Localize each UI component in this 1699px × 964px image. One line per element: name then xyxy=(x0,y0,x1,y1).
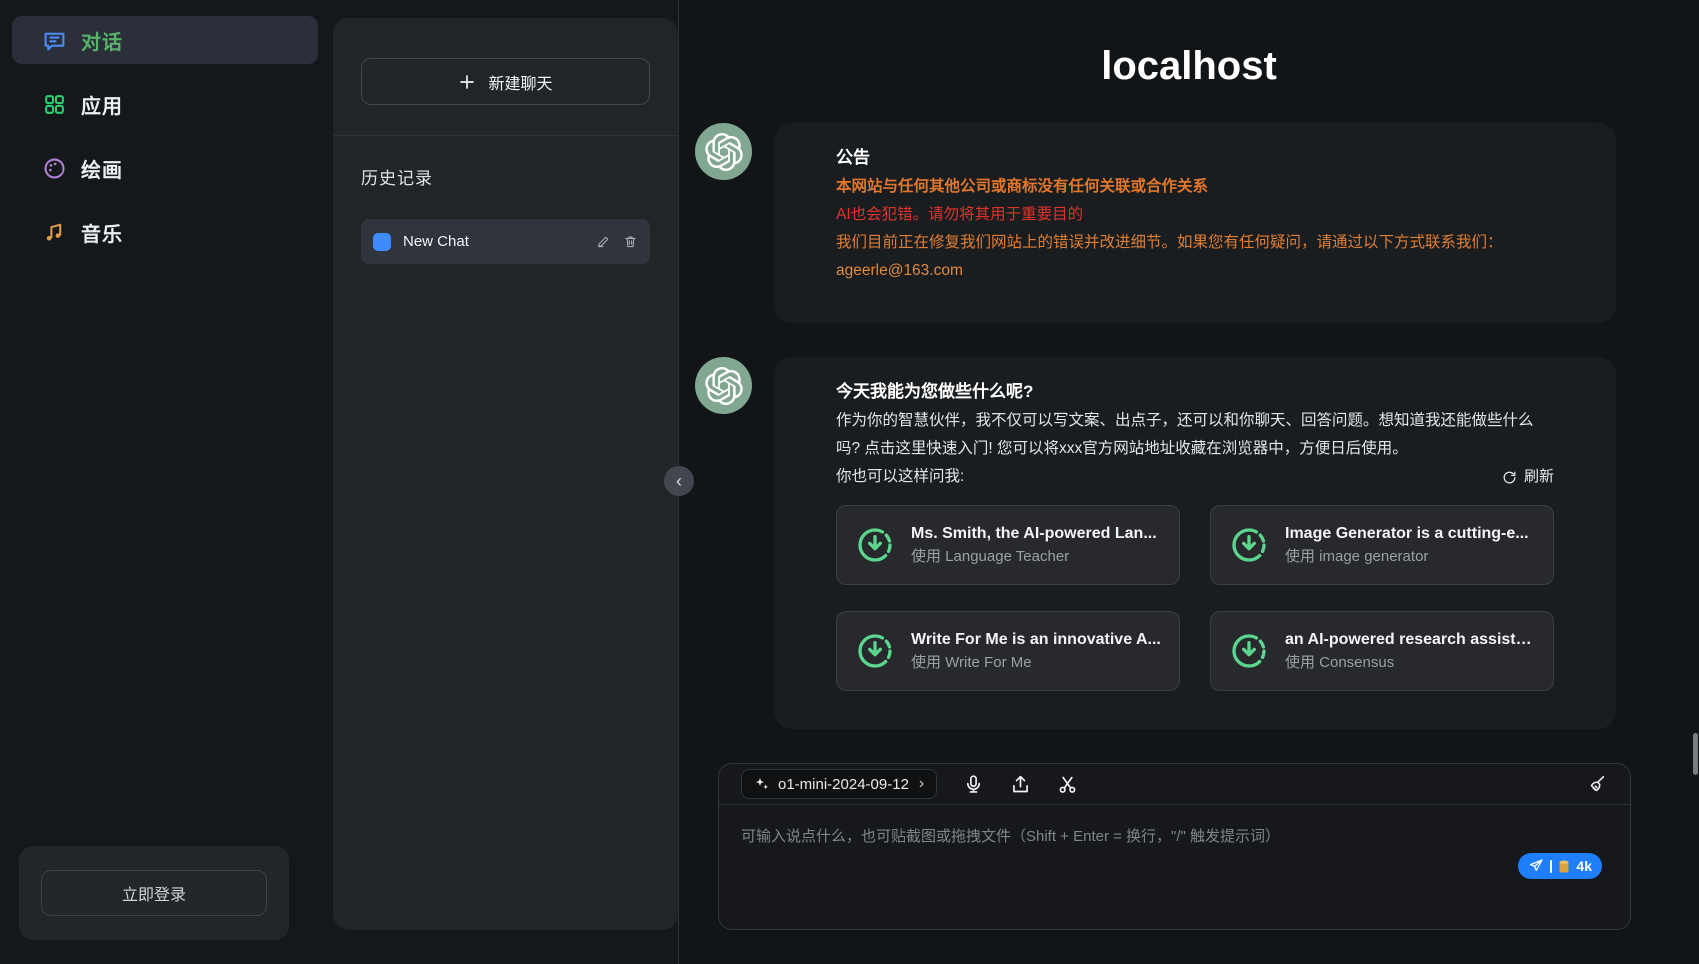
model-label: o1-mini-2024-09-12 xyxy=(778,776,909,793)
openai-logo-icon xyxy=(705,367,743,405)
plugin-download-icon xyxy=(855,525,895,565)
send-divider xyxy=(1550,860,1552,873)
message-input[interactable]: 可输入说点什么，也可贴截图或拖拽文件（Shift + Enter = 换行，"/… xyxy=(719,805,1630,929)
main-chat-area: ‹ localhost 公告 本网站与任何其他公司或商标没有任何关联或合作关系 … xyxy=(678,0,1699,964)
sidebar-item-chat[interactable]: 对话 xyxy=(12,16,318,64)
suggestion-grid: Ms. Smith, the AI-powered Lan... 使用 Lang… xyxy=(836,505,1554,691)
suggestion-title: Ms. Smith, the AI-powered Lan... xyxy=(911,522,1157,546)
clear-broom-icon[interactable] xyxy=(1586,773,1608,795)
chat-item-actions xyxy=(596,234,638,249)
new-chat-button[interactable]: 新建聊天 xyxy=(361,58,650,105)
upload-icon[interactable] xyxy=(1010,774,1031,795)
welcome-body: 作为你的智慧伙伴，我不仅可以写文案、出点子，还可以和你聊天、回答问题。想知道我还… xyxy=(836,407,1554,463)
contact-email-link[interactable]: ageerle@163.com xyxy=(836,257,1554,285)
suggestion-card[interactable]: an AI-powered research assista... 使用 Con… xyxy=(1210,611,1554,691)
token-badge: 4k xyxy=(1576,858,1592,874)
suggestion-text: an AI-powered research assista... 使用 Con… xyxy=(1285,628,1535,674)
plugin-download-icon xyxy=(855,631,895,671)
suggestion-text: Ms. Smith, the AI-powered Lan... 使用 Lang… xyxy=(911,522,1157,568)
suggestion-subtitle: 使用 Language Teacher xyxy=(911,546,1157,568)
login-button[interactable]: 立即登录 xyxy=(41,870,267,916)
plugin-download-icon xyxy=(1229,525,1269,565)
music-note-icon xyxy=(42,220,67,245)
suggestion-title: an AI-powered research assista... xyxy=(1285,628,1535,652)
welcome-title: 今天我能为您做些什么呢? xyxy=(836,377,1554,407)
assistant-avatar xyxy=(695,123,752,180)
welcome-message: 今天我能为您做些什么呢? 作为你的智慧伙伴，我不仅可以写文案、出点子，还可以和你… xyxy=(695,357,1616,729)
chat-history-panel: 新建聊天 历史记录 New Chat xyxy=(333,18,678,930)
send-button[interactable]: 4k xyxy=(1518,853,1602,879)
page-title: localhost xyxy=(679,0,1699,89)
composer-toolbar: o1-mini-2024-09-12 › xyxy=(719,764,1630,805)
sidebar-item-label: 应用 xyxy=(81,90,123,119)
send-plane-icon xyxy=(1528,858,1544,874)
suggestion-subtitle: 使用 image generator xyxy=(1285,546,1529,568)
suggestion-card[interactable]: Image Generator is a cutting-e... 使用 ima… xyxy=(1210,505,1554,585)
ask-line: 你也可以这样问我: xyxy=(836,463,964,491)
model-selector[interactable]: o1-mini-2024-09-12 › xyxy=(741,769,937,799)
announcement-message: 公告 本网站与任何其他公司或商标没有任何关联或合作关系 AI也会犯错。请勿将其用… xyxy=(695,123,1616,323)
refresh-icon xyxy=(1502,470,1517,485)
model-sparkle-icon xyxy=(754,776,770,792)
delete-icon[interactable] xyxy=(623,234,638,249)
composer: o1-mini-2024-09-12 › xyxy=(718,763,1631,930)
chat-history-column: 新建聊天 历史记录 New Chat xyxy=(330,0,678,964)
chat-list-item[interactable]: New Chat xyxy=(361,219,650,264)
announcement-title: 公告 xyxy=(836,143,1554,173)
announcement-line-3: 我们目前正在修复我们网站上的错误并改进细节。如果您有任何疑问，请通过以下方式联系… xyxy=(836,229,1554,257)
sidebar-item-label: 绘画 xyxy=(81,154,123,183)
suggestion-title: Write For Me is an innovative A... xyxy=(911,628,1161,652)
sidebar-item-music[interactable]: 音乐 xyxy=(12,208,318,256)
panel-divider xyxy=(333,135,678,136)
messages-list: 公告 本网站与任何其他公司或商标没有任何关联或合作关系 AI也会犯错。请勿将其用… xyxy=(679,89,1699,763)
scissors-icon[interactable] xyxy=(1057,774,1078,795)
suggestion-subtitle: 使用 Consensus xyxy=(1285,652,1535,674)
announcement-line-2: AI也会犯错。请勿将其用于重要目的 xyxy=(836,201,1554,229)
refresh-label: 刷新 xyxy=(1524,463,1554,491)
palette-icon xyxy=(42,156,67,181)
chevron-right-icon: › xyxy=(919,775,924,793)
chat-item-avatar xyxy=(373,233,391,251)
chat-bubble-icon xyxy=(42,28,67,53)
suggestion-text: Write For Me is an innovative A... 使用 Wr… xyxy=(911,628,1161,674)
welcome-bubble: 今天我能为您做些什么呢? 作为你的智慧伙伴，我不仅可以写文案、出点子，还可以和你… xyxy=(774,357,1616,729)
collapse-sidebar-button[interactable]: ‹ xyxy=(664,466,694,496)
chevron-left-icon: ‹ xyxy=(676,472,682,490)
suggestion-subtitle: 使用 Write For Me xyxy=(911,652,1161,674)
sidebar-item-label: 对话 xyxy=(81,26,123,55)
ask-row: 你也可以这样问我: 刷新 xyxy=(836,463,1554,491)
suggestion-text: Image Generator is a cutting-e... 使用 ima… xyxy=(1285,522,1529,568)
suggestion-card[interactable]: Write For Me is an innovative A... 使用 Wr… xyxy=(836,611,1180,691)
edit-icon[interactable] xyxy=(596,234,611,249)
history-title: 历史记录 xyxy=(361,164,650,189)
refresh-button[interactable]: 刷新 xyxy=(1502,463,1554,491)
openai-logo-icon xyxy=(705,133,743,171)
new-chat-label: 新建聊天 xyxy=(488,70,552,94)
plugin-download-icon xyxy=(1229,631,1269,671)
chat-item-title: New Chat xyxy=(403,233,584,250)
announcement-line-1: 本网站与任何其他公司或商标没有任何关联或合作关系 xyxy=(836,173,1554,201)
announcement-bubble: 公告 本网站与任何其他公司或商标没有任何关联或合作关系 AI也会犯错。请勿将其用… xyxy=(774,123,1616,323)
scrollbar-thumb[interactable] xyxy=(1693,733,1698,775)
microphone-icon[interactable] xyxy=(963,774,984,795)
plus-icon xyxy=(458,73,476,91)
suggestion-card[interactable]: Ms. Smith, the AI-powered Lan... 使用 Lang… xyxy=(836,505,1180,585)
token-coin-icon xyxy=(1558,859,1570,874)
suggestion-title: Image Generator is a cutting-e... xyxy=(1285,522,1529,546)
sidebar-item-drawing[interactable]: 绘画 xyxy=(12,144,318,192)
left-sidebar: 对话 应用 绘画 xyxy=(0,0,330,964)
assistant-avatar xyxy=(695,357,752,414)
sidebar-item-apps[interactable]: 应用 xyxy=(12,80,318,128)
apps-grid-icon xyxy=(42,92,67,117)
sidebar-item-label: 音乐 xyxy=(81,218,123,247)
login-card: 立即登录 xyxy=(19,846,289,940)
